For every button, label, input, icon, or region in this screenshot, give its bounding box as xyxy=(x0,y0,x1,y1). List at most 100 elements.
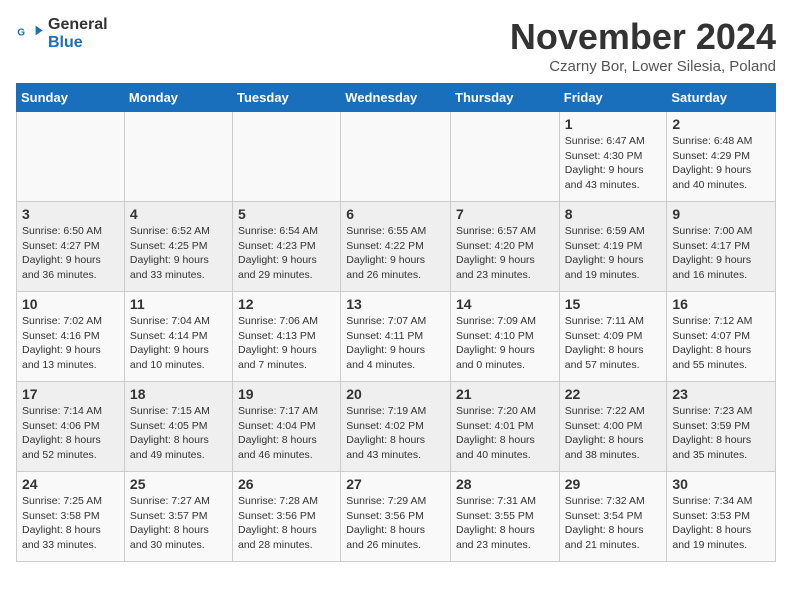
day-info: Sunrise: 7:20 AM Sunset: 4:01 PM Dayligh… xyxy=(456,404,554,463)
day-number: 17 xyxy=(22,386,119,402)
day-number: 10 xyxy=(22,296,119,312)
day-info: Sunrise: 6:50 AM Sunset: 4:27 PM Dayligh… xyxy=(22,224,119,283)
calendar-day-23: 23 Sunrise: 7:23 AM Sunset: 3:59 PM Dayli… xyxy=(667,382,776,472)
calendar-day-10: 10Sunrise: 7:02 AM Sunset: 4:16 PM Dayli… xyxy=(17,292,125,382)
day-number: 25 xyxy=(130,476,227,492)
day-info: Sunrise: 7:29 AM Sunset: 3:56 PM Dayligh… xyxy=(346,494,445,553)
day-info: Sunrise: 7:28 AM Sunset: 3:56 PM Dayligh… xyxy=(238,494,335,553)
day-number: 6 xyxy=(346,206,445,222)
day-number: 7 xyxy=(456,206,554,222)
calendar-week-row: 1Sunrise: 6:47 AM Sunset: 4:30 PM Daylig… xyxy=(17,112,776,202)
day-number: 21 xyxy=(456,386,554,402)
calendar-day-4: 4 Sunrise: 6:52 AM Sunset: 4:25 PM Daylig… xyxy=(124,202,232,292)
calendar-day-29: 29 Sunrise: 7:32 AM Sunset: 3:54 PM Dayli… xyxy=(559,472,667,562)
weekday-header-thursday: Thursday xyxy=(451,84,560,112)
day-number: 2 xyxy=(672,116,770,132)
calendar-day-7: 7 Sunrise: 6:57 AM Sunset: 4:20 PM Daylig… xyxy=(451,202,560,292)
day-info: Sunrise: 7:31 AM Sunset: 3:55 PM Dayligh… xyxy=(456,494,554,553)
weekday-header-saturday: Saturday xyxy=(667,84,776,112)
day-number: 9 xyxy=(672,206,770,222)
day-number: 5 xyxy=(238,206,335,222)
day-number: 16 xyxy=(672,296,770,312)
logo-icon: G xyxy=(16,20,44,48)
calendar-day-21: 21 Sunrise: 7:20 AM Sunset: 4:01 PM Dayli… xyxy=(451,382,560,472)
day-info: Sunrise: 6:55 AM Sunset: 4:22 PM Dayligh… xyxy=(346,224,445,283)
day-info: Sunrise: 7:17 AM Sunset: 4:04 PM Dayligh… xyxy=(238,404,335,463)
day-number: 4 xyxy=(130,206,227,222)
calendar-day-13: 13 Sunrise: 7:07 AM Sunset: 4:11 PM Dayli… xyxy=(341,292,451,382)
svg-text:G: G xyxy=(17,27,25,38)
calendar-day-25: 25 Sunrise: 7:27 AM Sunset: 3:57 PM Dayli… xyxy=(124,472,232,562)
weekday-header-sunday: Sunday xyxy=(17,84,125,112)
day-info: Sunrise: 7:04 AM Sunset: 4:14 PM Dayligh… xyxy=(130,314,227,373)
day-number: 14 xyxy=(456,296,554,312)
calendar-day-5: 5 Sunrise: 6:54 AM Sunset: 4:23 PM Daylig… xyxy=(233,202,341,292)
day-number: 22 xyxy=(565,386,662,402)
day-info: Sunrise: 7:12 AM Sunset: 4:07 PM Dayligh… xyxy=(672,314,770,373)
day-number: 11 xyxy=(130,296,227,312)
logo: G General Blue xyxy=(16,16,108,51)
calendar-day-16: 16 Sunrise: 7:12 AM Sunset: 4:07 PM Dayli… xyxy=(667,292,776,382)
day-number: 30 xyxy=(672,476,770,492)
logo-text: General Blue xyxy=(48,16,108,51)
calendar-day-2: 2 Sunrise: 6:48 AM Sunset: 4:29 PM Daylig… xyxy=(667,112,776,202)
day-number: 19 xyxy=(238,386,335,402)
calendar-week-row: 17 Sunrise: 7:14 AM Sunset: 4:06 PM Dayli… xyxy=(17,382,776,472)
calendar-week-row: 24Sunrise: 7:25 AM Sunset: 3:58 PM Dayli… xyxy=(17,472,776,562)
day-info: Sunrise: 7:22 AM Sunset: 4:00 PM Dayligh… xyxy=(565,404,662,463)
calendar-day-8: 8Sunrise: 6:59 AM Sunset: 4:19 PM Daylig… xyxy=(559,202,667,292)
calendar-day-18: 18Sunrise: 7:15 AM Sunset: 4:05 PM Dayli… xyxy=(124,382,232,472)
day-info: Sunrise: 7:25 AM Sunset: 3:58 PM Dayligh… xyxy=(22,494,119,553)
calendar-day-26: 26Sunrise: 7:28 AM Sunset: 3:56 PM Dayli… xyxy=(233,472,341,562)
empty-day-cell xyxy=(233,112,341,202)
day-info: Sunrise: 7:19 AM Sunset: 4:02 PM Dayligh… xyxy=(346,404,445,463)
calendar-day-19: 19 Sunrise: 7:17 AM Sunset: 4:04 PM Dayli… xyxy=(233,382,341,472)
calendar-day-11: 11 Sunrise: 7:04 AM Sunset: 4:14 PM Dayli… xyxy=(124,292,232,382)
header: G General Blue November 2024 Czarny Bor,… xyxy=(16,16,776,75)
calendar-table: SundayMondayTuesdayWednesdayThursdayFrid… xyxy=(16,83,776,562)
calendar-week-row: 3Sunrise: 6:50 AM Sunset: 4:27 PM Daylig… xyxy=(17,202,776,292)
day-number: 8 xyxy=(565,206,662,222)
day-info: Sunrise: 6:54 AM Sunset: 4:23 PM Dayligh… xyxy=(238,224,335,283)
location-subtitle: Czarny Bor, Lower Silesia, Poland xyxy=(510,58,776,75)
day-info: Sunrise: 6:57 AM Sunset: 4:20 PM Dayligh… xyxy=(456,224,554,283)
weekday-header-monday: Monday xyxy=(124,84,232,112)
weekday-header-friday: Friday xyxy=(559,84,667,112)
day-info: Sunrise: 7:27 AM Sunset: 3:57 PM Dayligh… xyxy=(130,494,227,553)
day-info: Sunrise: 7:15 AM Sunset: 4:05 PM Dayligh… xyxy=(130,404,227,463)
day-info: Sunrise: 6:48 AM Sunset: 4:29 PM Dayligh… xyxy=(672,134,770,193)
month-title: November 2024 xyxy=(510,16,776,58)
day-number: 13 xyxy=(346,296,445,312)
calendar-day-22: 22 Sunrise: 7:22 AM Sunset: 4:00 PM Dayli… xyxy=(559,382,667,472)
day-info: Sunrise: 7:06 AM Sunset: 4:13 PM Dayligh… xyxy=(238,314,335,373)
day-number: 29 xyxy=(565,476,662,492)
calendar-day-28: 28 Sunrise: 7:31 AM Sunset: 3:55 PM Dayli… xyxy=(451,472,560,562)
day-info: Sunrise: 6:47 AM Sunset: 4:30 PM Dayligh… xyxy=(565,134,662,193)
day-number: 23 xyxy=(672,386,770,402)
empty-day-cell xyxy=(17,112,125,202)
day-info: Sunrise: 7:07 AM Sunset: 4:11 PM Dayligh… xyxy=(346,314,445,373)
calendar-day-1: 1Sunrise: 6:47 AM Sunset: 4:30 PM Daylig… xyxy=(559,112,667,202)
calendar-week-row: 10Sunrise: 7:02 AM Sunset: 4:16 PM Dayli… xyxy=(17,292,776,382)
weekday-header-tuesday: Tuesday xyxy=(233,84,341,112)
day-info: Sunrise: 7:14 AM Sunset: 4:06 PM Dayligh… xyxy=(22,404,119,463)
day-info: Sunrise: 7:32 AM Sunset: 3:54 PM Dayligh… xyxy=(565,494,662,553)
calendar-day-6: 6 Sunrise: 6:55 AM Sunset: 4:22 PM Daylig… xyxy=(341,202,451,292)
day-number: 27 xyxy=(346,476,445,492)
day-info: Sunrise: 6:52 AM Sunset: 4:25 PM Dayligh… xyxy=(130,224,227,283)
empty-day-cell xyxy=(341,112,451,202)
calendar-day-15: 15Sunrise: 7:11 AM Sunset: 4:09 PM Dayli… xyxy=(559,292,667,382)
empty-day-cell xyxy=(451,112,560,202)
day-number: 20 xyxy=(346,386,445,402)
day-info: Sunrise: 7:09 AM Sunset: 4:10 PM Dayligh… xyxy=(456,314,554,373)
day-info: Sunrise: 7:23 AM Sunset: 3:59 PM Dayligh… xyxy=(672,404,770,463)
day-number: 28 xyxy=(456,476,554,492)
day-number: 12 xyxy=(238,296,335,312)
calendar-day-3: 3Sunrise: 6:50 AM Sunset: 4:27 PM Daylig… xyxy=(17,202,125,292)
calendar-day-12: 12 Sunrise: 7:06 AM Sunset: 4:13 PM Dayli… xyxy=(233,292,341,382)
day-info: Sunrise: 7:34 AM Sunset: 3:53 PM Dayligh… xyxy=(672,494,770,553)
weekday-header-wednesday: Wednesday xyxy=(341,84,451,112)
calendar-day-17: 17 Sunrise: 7:14 AM Sunset: 4:06 PM Dayli… xyxy=(17,382,125,472)
calendar-day-24: 24Sunrise: 7:25 AM Sunset: 3:58 PM Dayli… xyxy=(17,472,125,562)
day-info: Sunrise: 7:11 AM Sunset: 4:09 PM Dayligh… xyxy=(565,314,662,373)
